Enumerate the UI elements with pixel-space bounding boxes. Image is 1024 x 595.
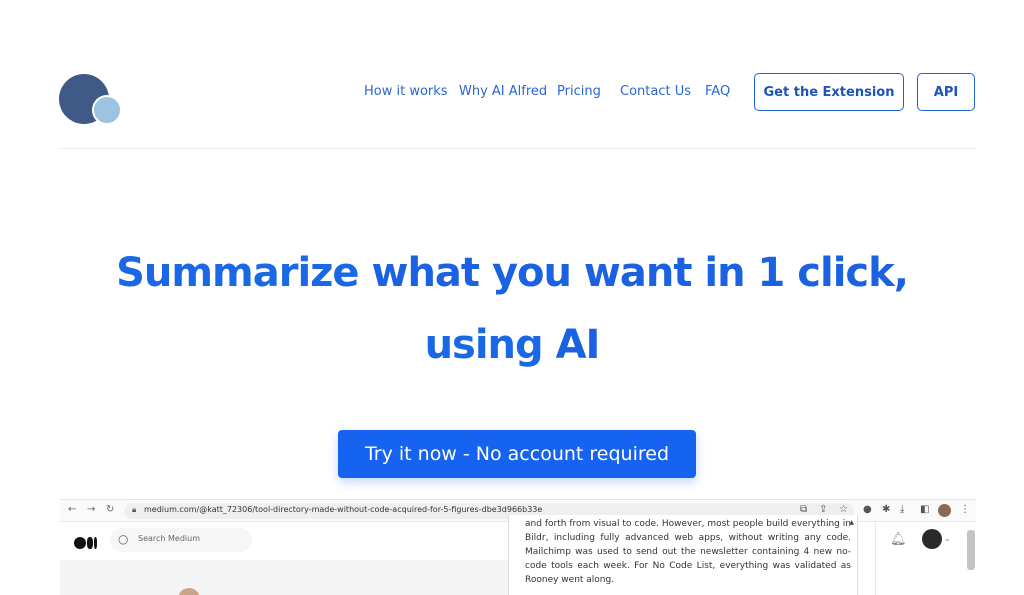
scroll-up-icon: ▲: [849, 519, 854, 526]
article-area: [60, 560, 510, 595]
forward-arrow-icon: →: [87, 504, 96, 515]
share-icon: ⇪: [819, 504, 828, 515]
product-screenshot: ← → ↻ 🔒︎ medium.com/@katt_72306/tool-dir…: [60, 499, 976, 595]
search-icon: ○: [118, 532, 129, 546]
page-scrollbar: [967, 530, 975, 570]
profile-avatar: [938, 504, 951, 517]
sidepanel-icon: ◧: [920, 504, 930, 515]
landing-page: How it works Why AI Alfred Pricing Conta…: [0, 0, 1024, 595]
api-button[interactable]: API: [917, 73, 975, 111]
nav-link-faq[interactable]: FAQ: [705, 84, 730, 99]
sidebar-divider: [875, 522, 876, 595]
back-arrow-icon: ←: [68, 504, 77, 515]
bell-icon: 🔔︎: [890, 532, 907, 547]
try-it-now-button[interactable]: Try it now - No account required: [338, 430, 696, 478]
lock-icon: 🔒︎: [132, 505, 137, 514]
nav-link-contact-us[interactable]: Contact Us: [620, 84, 691, 99]
nav-link-how-it-works[interactable]: How it works: [364, 84, 448, 99]
reload-icon: ↻: [106, 504, 115, 515]
medium-logo-icon: [74, 534, 97, 553]
nav-link-pricing[interactable]: Pricing: [557, 84, 601, 99]
translate-icon: ⧉: [800, 504, 808, 515]
nav-link-why-ai-alfred[interactable]: Why AI Alfred: [459, 84, 547, 99]
hero-line2-light: using: [424, 322, 556, 368]
download-icon: ⤓: [900, 504, 905, 515]
star-icon: ☆: [839, 504, 848, 515]
puzzle-icon: ✱: [882, 504, 891, 515]
site-logo[interactable]: [59, 74, 123, 126]
header-divider: [60, 148, 976, 149]
get-extension-button[interactable]: Get the Extension: [754, 73, 904, 111]
hero-line1-light: Summarize: [116, 250, 372, 296]
search-placeholder: Search Medium: [138, 534, 201, 543]
summary-text: and forth from visual to code. However, …: [525, 519, 851, 585]
logo-light-circle: [92, 95, 122, 125]
summary-popup: and forth from visual to code. However, …: [508, 515, 858, 595]
hero-line1-bold: what you want in 1 click,: [371, 250, 909, 296]
hero-headline-line1: Summarize what you want in 1 click,: [0, 250, 1024, 296]
menu-dots-icon: ⋮: [960, 504, 970, 515]
extension-logo-icon: ●: [863, 504, 872, 515]
medium-search-input: ○ Search Medium: [110, 528, 252, 552]
hero-line2-bold: AI: [555, 322, 601, 368]
user-avatar: [922, 529, 942, 549]
hero-headline-line2: using AI: [0, 322, 1024, 368]
address-url: medium.com/@katt_72306/tool-directory-ma…: [144, 505, 543, 514]
chevron-down-icon: ⌄: [944, 534, 951, 543]
